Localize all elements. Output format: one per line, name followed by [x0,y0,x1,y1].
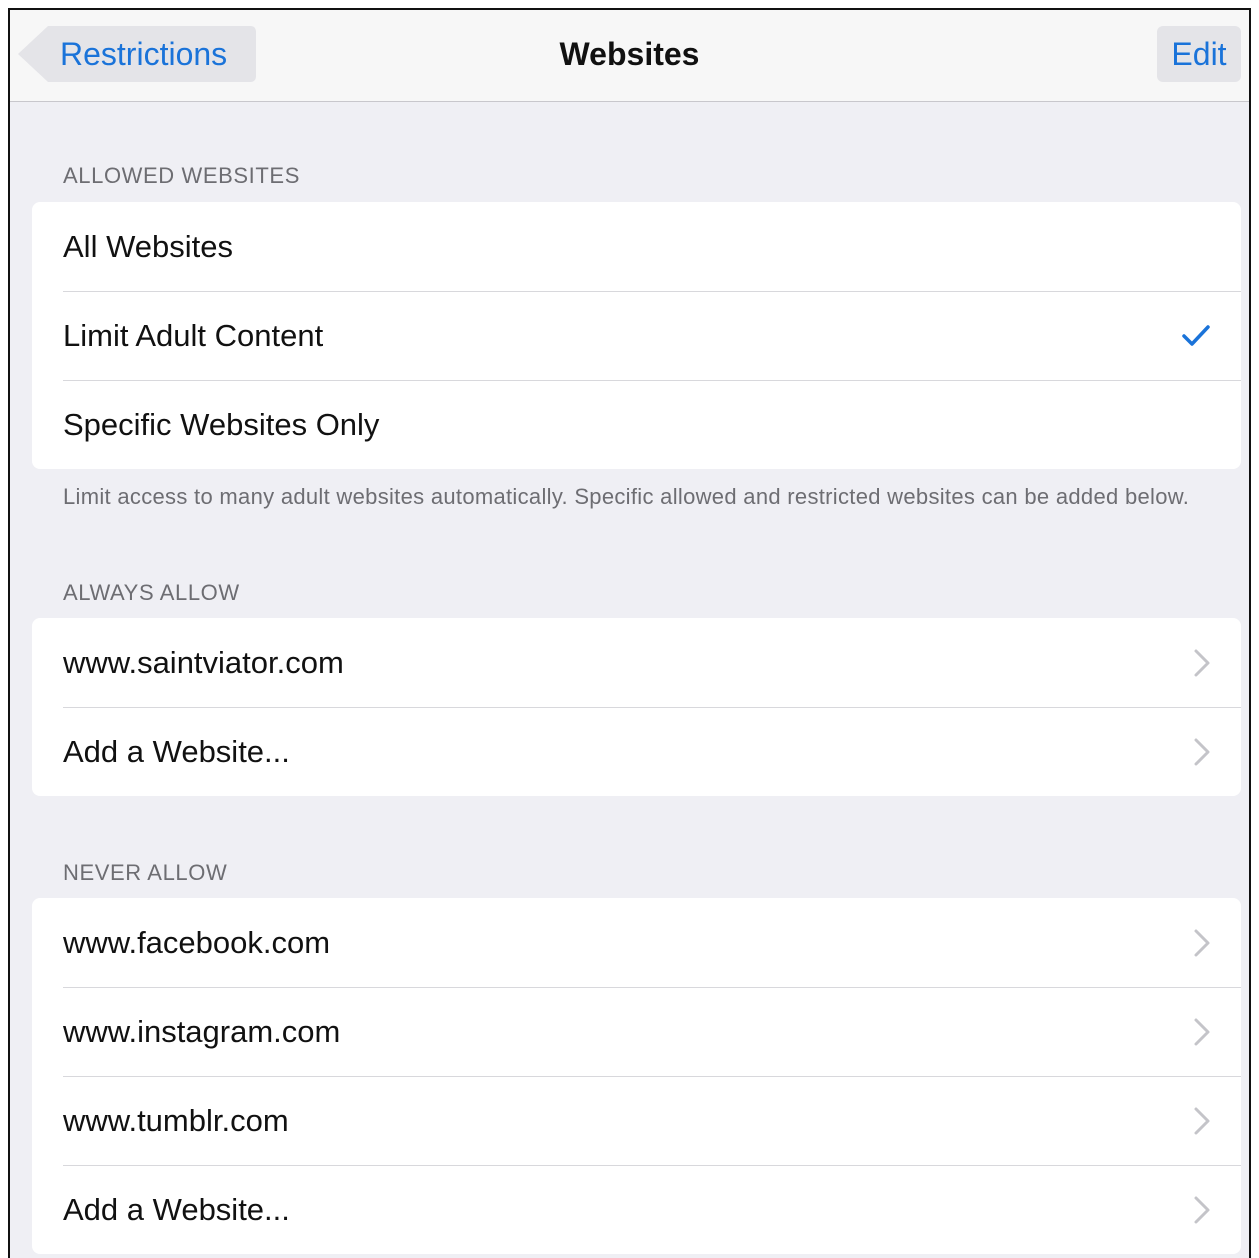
website-label: Add a Website... [63,733,290,769]
allowed-websites-footer: Limit access to many adult websites auto… [63,484,1190,509]
chevron-right-icon [1194,1196,1210,1223]
page-title: Websites [559,36,700,72]
chevron-right-icon [1194,929,1210,956]
website-label: www.instagram.com [63,1013,341,1049]
always-allow-item[interactable]: www.saintviator.com [32,618,1241,707]
settings-screen: Restrictions Websites Edit ALLOWED WEBSI… [8,8,1251,1258]
chevron-right-icon [1194,738,1210,765]
edit-button[interactable]: Edit [1157,26,1241,82]
chevron-right-icon [1194,1107,1210,1134]
section-header-allowed-websites: ALLOWED WEBSITES [63,163,300,188]
allowed-websites-group: All Websites Limit Adult Content Specifi… [32,202,1241,469]
never-allow-add-website[interactable]: Add a Website... [32,1165,1241,1254]
section-header-never-allow: NEVER ALLOW [63,860,228,885]
navigation-bar: Restrictions Websites Edit [10,10,1249,102]
website-label: www.tumblr.com [63,1102,289,1138]
always-allow-group: www.saintviator.com Add a Website... [32,618,1241,796]
never-allow-group: www.facebook.com www.instagram.com www.t… [32,898,1241,1254]
section-header-always-allow: ALWAYS ALLOW [63,580,240,605]
website-label: Add a Website... [63,1191,290,1227]
checkmark-icon [1182,324,1210,346]
option-label: All Websites [63,228,233,264]
website-label: www.saintviator.com [63,644,344,680]
never-allow-item[interactable]: www.instagram.com [32,987,1241,1076]
option-label: Specific Websites Only [63,406,380,442]
never-allow-item[interactable]: www.facebook.com [32,898,1241,987]
option-label: Limit Adult Content [63,317,324,353]
always-allow-add-website[interactable]: Add a Website... [32,707,1241,796]
website-label: www.facebook.com [63,924,331,960]
never-allow-item[interactable]: www.tumblr.com [32,1076,1241,1165]
chevron-right-icon [1194,1018,1210,1045]
chevron-right-icon [1194,649,1210,676]
option-all-websites[interactable]: All Websites [32,202,1241,291]
option-limit-adult-content[interactable]: Limit Adult Content [32,291,1241,380]
option-specific-websites-only[interactable]: Specific Websites Only [32,380,1241,469]
